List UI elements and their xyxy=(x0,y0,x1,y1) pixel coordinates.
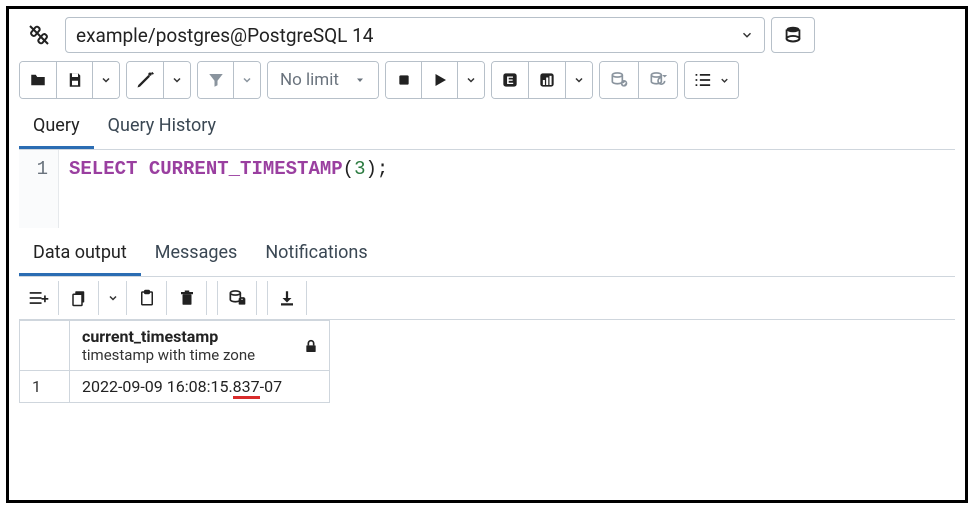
tab-query-history[interactable]: Query History xyxy=(94,107,230,149)
download-button[interactable] xyxy=(267,281,307,315)
row-number: 1 xyxy=(20,371,70,403)
query-toolbar: No limit E xyxy=(19,61,955,99)
tab-data-output[interactable]: Data output xyxy=(19,234,141,276)
code-keyword: SELECT xyxy=(69,158,137,180)
line-number: 1 xyxy=(19,158,48,180)
new-connection-button[interactable] xyxy=(771,17,815,53)
open-file-button[interactable] xyxy=(20,62,57,98)
rollback-button[interactable] xyxy=(639,62,677,98)
explain-analyze-button[interactable] xyxy=(529,62,566,98)
tab-query[interactable]: Query xyxy=(19,107,94,149)
execute-button[interactable] xyxy=(422,62,458,98)
filter-dropdown[interactable] xyxy=(234,62,260,98)
column-name: current_timestamp xyxy=(82,327,289,346)
svg-text:E: E xyxy=(506,75,513,87)
highlighted-fraction: 837 xyxy=(233,377,260,399)
row-limit-label: No limit xyxy=(280,70,339,90)
add-row-button[interactable] xyxy=(19,281,59,315)
lock-icon xyxy=(303,337,319,355)
row-limit-select[interactable]: No limit xyxy=(268,62,378,98)
tab-notifications[interactable]: Notifications xyxy=(251,234,381,276)
table-row[interactable]: 1 2022-09-09 16:08:15.837-07 xyxy=(20,371,330,403)
edit-button[interactable] xyxy=(127,62,164,98)
cell-value[interactable]: 2022-09-09 16:08:15.837-07 xyxy=(70,371,330,403)
macros-button[interactable] xyxy=(685,62,738,98)
editor-gutter: 1 xyxy=(19,150,59,228)
execute-dropdown[interactable] xyxy=(458,62,484,98)
output-tabs: Data output Messages Notifications xyxy=(19,234,955,277)
delete-button[interactable] xyxy=(167,281,207,315)
chevron-down-icon xyxy=(740,28,754,42)
column-type: timestamp with time zone xyxy=(82,346,289,364)
explain-button[interactable]: E xyxy=(492,62,529,98)
editor-tabs: Query Query History xyxy=(19,107,955,150)
connection-status-icon[interactable] xyxy=(19,17,59,53)
save-data-button[interactable] xyxy=(217,281,257,315)
connection-selector[interactable]: example/postgres@PostgreSQL 14 xyxy=(65,17,765,53)
filter-button[interactable] xyxy=(198,62,234,98)
stop-button[interactable] xyxy=(386,62,422,98)
edit-dropdown[interactable] xyxy=(164,62,190,98)
copy-button[interactable] xyxy=(59,281,99,315)
output-toolbar xyxy=(19,277,955,320)
connection-label: example/postgres@PostgreSQL 14 xyxy=(76,24,374,47)
copy-dropdown[interactable] xyxy=(99,281,127,315)
code-function: CURRENT_TIMESTAMP xyxy=(149,158,343,180)
sql-editor[interactable]: 1 SELECT CURRENT_TIMESTAMP(3); xyxy=(19,150,955,228)
save-button[interactable] xyxy=(57,62,93,98)
editor-code[interactable]: SELECT CURRENT_TIMESTAMP(3); xyxy=(59,150,388,228)
code-number: 3 xyxy=(354,158,365,180)
explain-dropdown[interactable] xyxy=(566,62,592,98)
save-dropdown[interactable] xyxy=(93,62,119,98)
column-header[interactable]: current_timestamp timestamp with time zo… xyxy=(70,321,330,371)
result-table: current_timestamp timestamp with time zo… xyxy=(19,320,330,403)
paste-button[interactable] xyxy=(127,281,167,315)
commit-button[interactable] xyxy=(600,62,639,98)
row-number-header[interactable] xyxy=(20,321,70,371)
tab-messages[interactable]: Messages xyxy=(141,234,252,276)
